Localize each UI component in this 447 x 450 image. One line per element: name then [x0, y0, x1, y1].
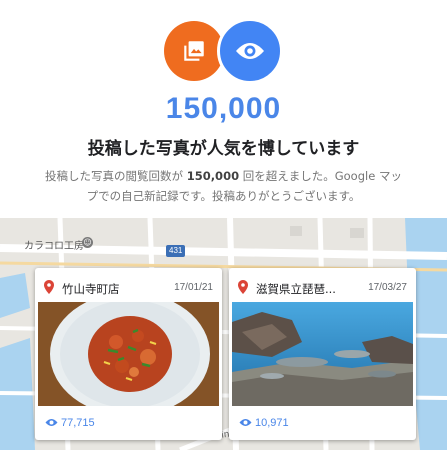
description-before: 投稿した写真の閲覧回数が: [45, 169, 187, 183]
card-place-title[interactable]: 滋賀県立琵琶...: [256, 281, 336, 297]
page-title: 投稿した写真が人気を博しています: [87, 139, 360, 159]
location-pin-icon: [238, 280, 248, 294]
notification-header: 150,000 投稿した写真が人気を博しています 投稿した写真の閲覧回数が 15…: [0, 0, 447, 218]
road-number-badge: 431: [166, 245, 186, 257]
card-date: 17/01/21: [174, 282, 213, 293]
food-dish-photo[interactable]: [38, 302, 219, 406]
card-footer: 77,715: [35, 406, 222, 440]
aquarium-photo[interactable]: [232, 302, 413, 406]
description-bold-count: 150,000: [186, 169, 240, 183]
map-place-label: カラコロ工房: [24, 241, 84, 252]
photo-library-icon: [164, 21, 224, 81]
description-text: 投稿した写真の閲覧回数が 150,000 回を超えました。Google マップで…: [40, 166, 407, 206]
photo-card[interactable]: 滋賀県立琵琶... 17/03/27 10,971: [229, 268, 416, 440]
photo-card[interactable]: 竹山寺町店 17/01/21 77,715: [35, 268, 222, 440]
eye-icon: [45, 419, 58, 426]
eye-icon: [217, 18, 283, 84]
card-place-title[interactable]: 竹山寺町店: [62, 281, 120, 297]
view-count: 150,000: [165, 92, 282, 125]
eye-icon: [239, 419, 252, 426]
location-pin-icon: [44, 280, 54, 294]
card-view-count: 10,971: [255, 417, 289, 429]
card-date: 17/03/27: [368, 282, 407, 293]
card-header: 竹山寺町店 17/01/21: [35, 268, 222, 302]
card-view-count: 77,715: [61, 417, 95, 429]
landmark-icon: ☺: [82, 237, 93, 248]
card-header: 滋賀県立琵琶... 17/03/27: [229, 268, 416, 302]
card-footer: 10,971: [229, 406, 416, 440]
